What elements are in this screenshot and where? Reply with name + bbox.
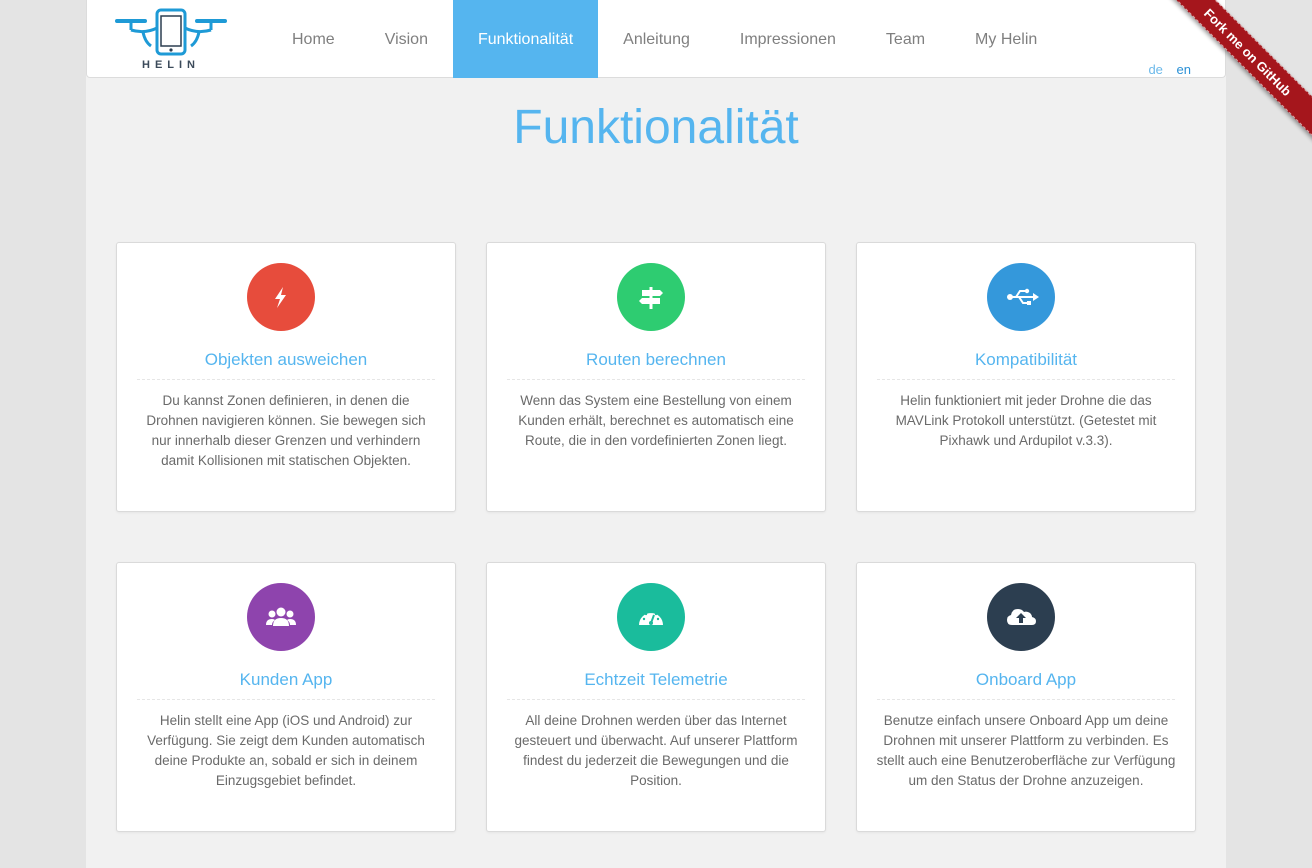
feature-description: All deine Drohnen werden über das Intern… [514,713,798,788]
nav-item-anleitung[interactable]: Anleitung [598,0,715,78]
feature-title: Kunden App [239,670,333,689]
divider [137,379,435,380]
feature-title: Echtzeit Telemetrie [584,670,728,689]
feature-icon-circle [987,263,1055,331]
dashboard-icon [639,610,663,625]
divider [137,699,435,700]
language-de-link[interactable]: de [1148,62,1162,77]
feature-description: Helin funktioniert mit jeder Drohne die … [895,393,1157,448]
page-title: Funktionalität [513,101,799,154]
page-container: HELIN Home Vision Funktionalität Anleitu… [86,0,1226,868]
brand-logo[interactable]: HELIN [115,8,227,72]
feature-description: Wenn das System eine Bestellung von eine… [518,393,794,448]
nav-item-my-helin[interactable]: My Helin [950,0,1062,78]
users-icon [266,607,296,626]
brand-name: HELIN [142,59,200,71]
github-ribbon: Fork me on GitHub [1163,0,1312,149]
nav-item-funktionalitaet[interactable]: Funktionalität [452,0,599,78]
nav-item-team[interactable]: Team [861,0,950,78]
feature-description: Du kannst Zonen definieren, in denen die… [146,393,426,468]
feature-card-kunden-app: Kunden App Helin stellt eine App (iOS un… [116,562,456,832]
feature-card-echtzeit-telemetrie: Echtzeit Telemetrie All deine Drohnen we… [486,562,826,832]
feature-description: Helin stellt eine App (iOS und Android) … [147,713,425,788]
feature-description: Benutze einfach unsere Onboard App um de… [876,713,1176,788]
nav-item-home[interactable]: Home [267,0,360,78]
nav-item-impressionen[interactable]: Impressionen [715,0,861,78]
feature-icon-circle [247,263,315,331]
drone-logo-icon [115,8,227,56]
main-nav: Home Vision Funktionalität Anleitung Imp… [267,0,1062,78]
usb-icon [1007,288,1039,305]
feature-card-objekten-ausweichen: Objekten ausweichen Du kannst Zonen defi… [116,242,456,512]
fork-on-github-link[interactable]: Fork me on GitHub [1163,0,1312,147]
feature-title: Kompatibilität [974,350,1078,369]
feature-icon-circle [617,583,685,651]
feature-title: Routen berechnen [586,350,726,369]
feature-title: Objekten ausweichen [204,350,368,369]
feature-card-onboard-app: Onboard App Benutze einfach unsere Onboa… [856,562,1196,832]
feature-icon-circle [247,583,315,651]
nav-item-vision[interactable]: Vision [360,0,453,78]
navbar: HELIN Home Vision Funktionalität Anleitu… [86,0,1226,78]
divider [877,379,1175,380]
feature-icon-circle [987,583,1055,651]
divider [507,699,805,700]
feature-icon-circle [617,263,685,331]
cloud-upload-icon [1007,609,1036,625]
feature-card-routen-berechnen: Routen berechnen Wenn das System eine Be… [486,242,826,512]
signpost-icon [639,287,663,309]
divider [507,379,805,380]
feature-title: Onboard App [975,670,1077,689]
divider [877,699,1175,700]
lightning-bolt-icon [275,287,286,308]
feature-card-kompatibilitaet: Kompatibilität Helin funktioniert mit je… [856,242,1196,512]
